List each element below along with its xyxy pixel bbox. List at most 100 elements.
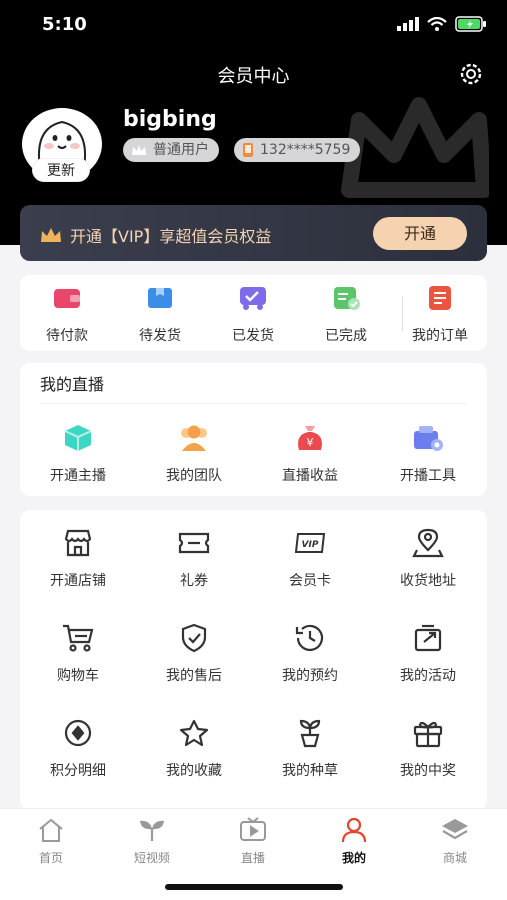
cart-icon (63, 624, 94, 652)
order-pending-shipment[interactable]: 待发货 (115, 285, 205, 345)
tool-my-prizes[interactable]: 我的中奖 (378, 718, 478, 780)
wallet-icon (54, 289, 80, 308)
live-earnings[interactable]: ¥ 直播收益 (260, 423, 360, 485)
home-icon (39, 818, 63, 842)
live-card: 我的直播 开通主播 我的团队 ¥ 直播收益 开播工具 (20, 363, 487, 496)
coupon-icon (178, 532, 210, 554)
user-phone-label: 132****5759 (260, 142, 351, 158)
tool-my-seeding[interactable]: 我的种草 (260, 718, 360, 780)
gift-icon (413, 721, 443, 748)
phone-icon (243, 143, 253, 157)
package-box-icon (148, 288, 172, 308)
tool-label: 我的售后 (166, 668, 222, 684)
avatar-update-badge[interactable]: 更新 (32, 158, 90, 182)
user-profile-icon (341, 817, 367, 843)
tool-label: 我的活动 (400, 668, 456, 684)
live-divider (40, 403, 467, 404)
tool-label: 积分明细 (50, 763, 106, 779)
user-phone-badge: 132****5759 (234, 138, 361, 162)
layers-icon (442, 819, 468, 840)
location-pin-icon (412, 528, 444, 558)
order-pending-payment[interactable]: 待付款 (22, 285, 112, 345)
tool-coupons[interactable]: 礼券 (144, 528, 244, 590)
username: bigbing (123, 107, 217, 132)
tool-member-card[interactable]: VIP 会员卡 (260, 528, 360, 590)
live-broadcast-tools[interactable]: 开播工具 (378, 423, 478, 485)
tool-after-sales[interactable]: 我的售后 (144, 623, 244, 685)
store-icon (64, 529, 92, 557)
live-item-label: 开通主播 (50, 468, 106, 484)
tool-favorites[interactable]: 我的收藏 (144, 718, 244, 780)
status-time: 5:10 (42, 14, 87, 35)
tab-mall[interactable]: 商城 (415, 817, 495, 866)
tool-label: 我的预约 (282, 668, 338, 684)
home-indicator (165, 884, 343, 890)
tab-label: 首页 (38, 851, 63, 865)
vip-crown-icon (41, 228, 61, 242)
vip-banner[interactable]: 开通【VIP】享超值会员权益 开通 (20, 205, 487, 261)
tool-appointments[interactable]: 我的预约 (260, 623, 360, 685)
live-item-label: 开播工具 (400, 468, 456, 484)
tab-label: 短视频 (133, 851, 170, 865)
money-bag-icon: ¥ (298, 426, 322, 450)
user-level-label: 普通用户 (153, 142, 209, 158)
order-card: 待付款 待发货 已发货 已完成 我的订单 (20, 275, 487, 351)
order-list-icon (429, 286, 451, 310)
live-item-label: 直播收益 (282, 468, 338, 484)
order-label: 已完成 (325, 328, 367, 344)
signal-icon (397, 17, 419, 31)
wifi-icon (427, 17, 447, 31)
tab-mine[interactable]: 我的 (314, 817, 394, 866)
tools-card: 开通店铺 礼券 VIP 会员卡 收货地址 购物车 我的售后 我的预约 我的活动 … (20, 510, 487, 810)
tool-activities[interactable]: 我的活动 (378, 623, 478, 685)
star-icon (179, 719, 209, 747)
tab-label: 商城 (442, 851, 467, 865)
cube-icon (64, 425, 92, 451)
order-label: 我的订单 (412, 328, 468, 344)
order-shipped[interactable]: 已发货 (208, 285, 298, 345)
points-coin-icon (64, 719, 92, 747)
tab-live[interactable]: 直播 (213, 817, 293, 866)
tool-points[interactable]: 积分明细 (28, 718, 128, 780)
shield-check-icon (181, 623, 207, 653)
order-label: 待发货 (139, 328, 181, 344)
tool-open-store[interactable]: 开通店铺 (28, 528, 128, 590)
tool-label: 会员卡 (289, 573, 331, 589)
svg-text:VIP: VIP (302, 540, 319, 550)
my-orders[interactable]: 我的订单 (395, 285, 485, 345)
tool-label: 购物车 (57, 668, 99, 684)
tool-label: 开通店铺 (50, 573, 106, 589)
tool-shopping-cart[interactable]: 购物车 (28, 623, 128, 685)
order-label: 待付款 (46, 328, 88, 344)
order-completed[interactable]: 已完成 (301, 285, 391, 345)
broadcast-tools-icon (414, 426, 443, 451)
sprout-icon (140, 820, 164, 841)
tab-label: 直播 (240, 851, 265, 865)
tool-label: 我的中奖 (400, 763, 456, 779)
crown-watermark-icon (341, 97, 489, 198)
tool-label: 我的种草 (282, 763, 338, 779)
live-my-team[interactable]: 我的团队 (144, 423, 244, 485)
live-item-label: 我的团队 (166, 468, 222, 484)
vip-text: 开通【VIP】享超值会员权益 (70, 227, 272, 246)
settings-gear-icon[interactable] (457, 60, 485, 88)
truck-icon (240, 287, 266, 310)
crown-small-icon (132, 145, 146, 155)
tab-home[interactable]: 首页 (11, 817, 91, 866)
activity-share-icon (414, 624, 442, 652)
tab-label: 我的 (341, 851, 366, 865)
svg-text:¥: ¥ (307, 436, 314, 449)
vip-card-icon: VIP (294, 533, 326, 553)
tool-shipping-address[interactable]: 收货地址 (378, 528, 478, 590)
battery-icon (455, 16, 486, 32)
completed-check-icon (334, 287, 360, 310)
vip-open-button[interactable]: 开通 (373, 217, 467, 250)
live-open-anchor[interactable]: 开通主播 (28, 423, 128, 485)
order-label: 已发货 (232, 328, 274, 344)
tool-label: 我的收藏 (166, 763, 222, 779)
live-section-title: 我的直播 (40, 375, 105, 394)
tool-label: 收货地址 (400, 573, 456, 589)
tv-play-icon (240, 817, 266, 841)
clock-history-icon (295, 624, 324, 651)
tab-short-video[interactable]: 短视频 (112, 817, 192, 866)
